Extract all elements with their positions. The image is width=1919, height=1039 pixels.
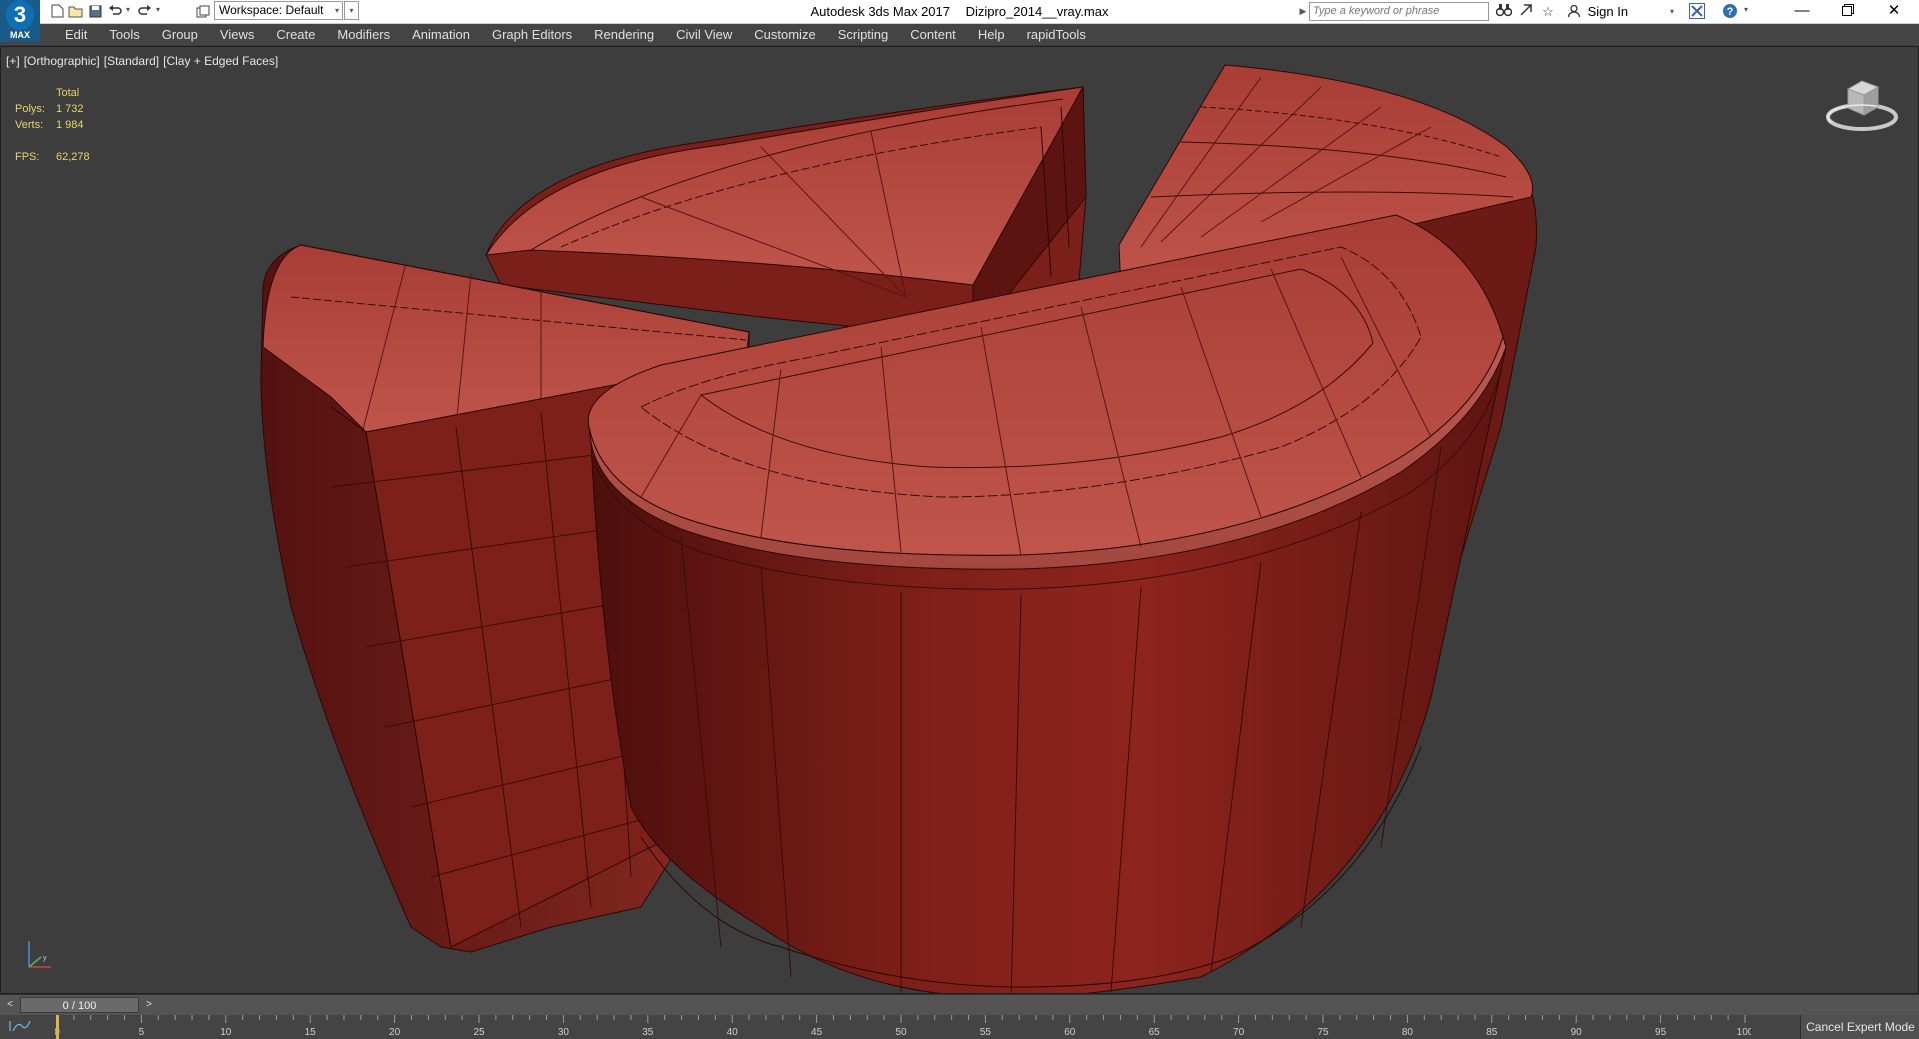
menu-edit[interactable]: Edit <box>54 24 98 45</box>
menu-content[interactable]: Content <box>899 24 967 45</box>
menu-rapidtools[interactable]: rapidTools <box>1016 24 1097 45</box>
file-name: Dizipro_2014__vray.max <box>965 4 1109 19</box>
timeline-tick-label: 10 <box>220 1027 232 1038</box>
menu-bar: Edit Tools Group Views Create Modifiers … <box>0 24 1919 46</box>
workspace-label: Workspace: Default <box>219 3 324 17</box>
user-icon <box>1567 4 1584 19</box>
sign-in-button[interactable]: Sign In <box>1567 0 1629 23</box>
stats-total-header: Total <box>56 87 80 99</box>
menu-group[interactable]: Group <box>151 24 209 45</box>
track-bar: 0510152025303540455055606570758085909510… <box>0 1015 1919 1039</box>
time-slider-thumb[interactable]: 0 / 100 <box>20 997 139 1013</box>
sign-in-label: Sign In <box>1587 4 1629 19</box>
app-menu-button[interactable]: 3 MAX <box>0 0 40 42</box>
stats-fps-label: FPS: <box>15 151 40 163</box>
mini-curve-editor-icon[interactable] <box>8 1019 34 1037</box>
restore-button[interactable] <box>1826 0 1870 23</box>
app-name: Autodesk 3ds Max 2017 <box>810 4 950 19</box>
close-button[interactable]: ✕ <box>1872 0 1916 23</box>
timeline-tick-label: 80 <box>1402 1027 1414 1038</box>
timeline-tick-label: 100 <box>1737 1027 1751 1038</box>
timeline-tick-label: 25 <box>473 1027 485 1038</box>
help-icon[interactable]: ? <box>1721 3 1739 20</box>
timeline-ruler[interactable]: 0510152025303540455055606570758085909510… <box>55 1015 1751 1039</box>
menu-tools[interactable]: Tools <box>98 24 150 45</box>
undo-history-dropdown-icon[interactable]: ▾ <box>126 5 130 14</box>
new-file-icon[interactable] <box>48 3 66 19</box>
timeline-tick-label: 15 <box>305 1027 317 1038</box>
timeline-tick-label: 20 <box>389 1027 401 1038</box>
menu-create[interactable]: Create <box>265 24 326 45</box>
timeline-tick-label: 55 <box>980 1027 992 1038</box>
redo-history-dropdown-icon[interactable]: ▾ <box>156 5 160 14</box>
timeline-tick-label: 90 <box>1571 1027 1583 1038</box>
stats-verts-value: 1 984 <box>56 119 84 131</box>
viewport-menu-plus[interactable]: [+] <box>6 54 20 68</box>
time-slider[interactable]: < 0 / 100 > <box>0 994 1919 1015</box>
timeline-tick-label: 85 <box>1486 1027 1498 1038</box>
binoculars-icon[interactable] <box>1495 3 1513 20</box>
timeline-tick-label: 65 <box>1149 1027 1161 1038</box>
menu-animation[interactable]: Animation <box>401 24 481 45</box>
minimize-button[interactable]: — <box>1780 0 1824 23</box>
autodesk-exchange-icon[interactable] <box>1688 3 1706 20</box>
svg-text:y: y <box>43 955 47 962</box>
viewport-point-of-view-menu[interactable]: [Orthographic] <box>24 54 100 68</box>
stats-polys-value: 1 732 <box>56 103 84 115</box>
menu-graph-editors[interactable]: Graph Editors <box>481 24 583 45</box>
app-logo-icon: 3 <box>6 0 34 30</box>
cancel-expert-mode-button[interactable]: Cancel Expert Mode <box>1800 1015 1919 1039</box>
chevron-down-icon: ▾ <box>334 6 339 15</box>
chevron-down-icon[interactable]: ▾ <box>1670 7 1674 16</box>
viewport-shading-menu[interactable]: [Clay + Edged Faces] <box>163 54 278 68</box>
favorites-star-icon[interactable]: ☆ <box>1539 3 1557 20</box>
help-dropdown-icon[interactable]: ▾ <box>1744 5 1748 14</box>
viewport-label[interactable]: [+] [Orthographic] [Standard] [Clay + Edged… <box>6 54 282 68</box>
timeline-tick-label: 70 <box>1233 1027 1245 1038</box>
current-frame-marker[interactable] <box>56 1015 59 1039</box>
time-slider-next-button[interactable]: > <box>142 996 156 1014</box>
redo-icon[interactable] <box>136 3 154 19</box>
viewport-standard-menu[interactable]: [Standard] <box>104 54 159 68</box>
viewcube-icon[interactable] <box>1824 75 1900 135</box>
viewport-statistics: Total Polys: 1 732 Verts: 1 984 FPS: 62,278 <box>15 85 90 165</box>
menu-scripting[interactable]: Scripting <box>827 24 900 45</box>
stats-verts-label: Verts: <box>15 119 44 131</box>
timeline-tick-label: 75 <box>1317 1027 1329 1038</box>
svg-text:?: ? <box>1727 6 1734 18</box>
menu-help[interactable]: Help <box>967 24 1016 45</box>
timeline-tick-label: 30 <box>558 1027 570 1038</box>
search-input[interactable] <box>1310 3 1483 19</box>
stats-fps-value: 62,278 <box>56 151 90 163</box>
undo-icon[interactable] <box>106 3 124 19</box>
menu-modifiers[interactable]: Modifiers <box>326 24 401 45</box>
scene-geometry[interactable] <box>1 47 1919 994</box>
timeline-tick-label: 35 <box>642 1027 654 1038</box>
menu-rendering[interactable]: Rendering <box>583 24 665 45</box>
time-slider-prev-button[interactable]: < <box>3 996 17 1014</box>
save-icon[interactable] <box>86 3 104 19</box>
menu-customize[interactable]: Customize <box>743 24 826 45</box>
menu-views[interactable]: Views <box>209 24 265 45</box>
project-icon[interactable] <box>194 3 212 19</box>
search-field[interactable] <box>1309 2 1489 21</box>
menu-civil-view[interactable]: Civil View <box>665 24 743 45</box>
timeline-tick-label: 95 <box>1655 1027 1667 1038</box>
timeline-tick-label: 5 <box>139 1027 145 1038</box>
axis-tripod-icon: y <box>28 941 51 968</box>
timeline-tick-label: 50 <box>895 1027 907 1038</box>
timeline-tick-label: 60 <box>1064 1027 1076 1038</box>
stats-polys-label: Polys: <box>15 103 45 115</box>
open-folder-icon[interactable] <box>66 3 84 19</box>
app-logo-label: MAX <box>10 30 30 40</box>
subscription-icon[interactable] <box>1517 3 1535 20</box>
quick-access-customize-button[interactable]: ▾ <box>344 1 359 20</box>
timeline-tick-label: 45 <box>811 1027 823 1038</box>
perspective-viewport[interactable]: [+] [Orthographic] [Standard] [Clay + Edged… <box>0 46 1919 994</box>
title-bar: 3 MAX ▾ ▾ Workspace: Default ▾ ▾ Autodes… <box>0 0 1919 42</box>
timeline-tick-label: 40 <box>727 1027 739 1038</box>
workspace-dropdown[interactable]: Workspace: Default ▾ <box>214 1 343 20</box>
